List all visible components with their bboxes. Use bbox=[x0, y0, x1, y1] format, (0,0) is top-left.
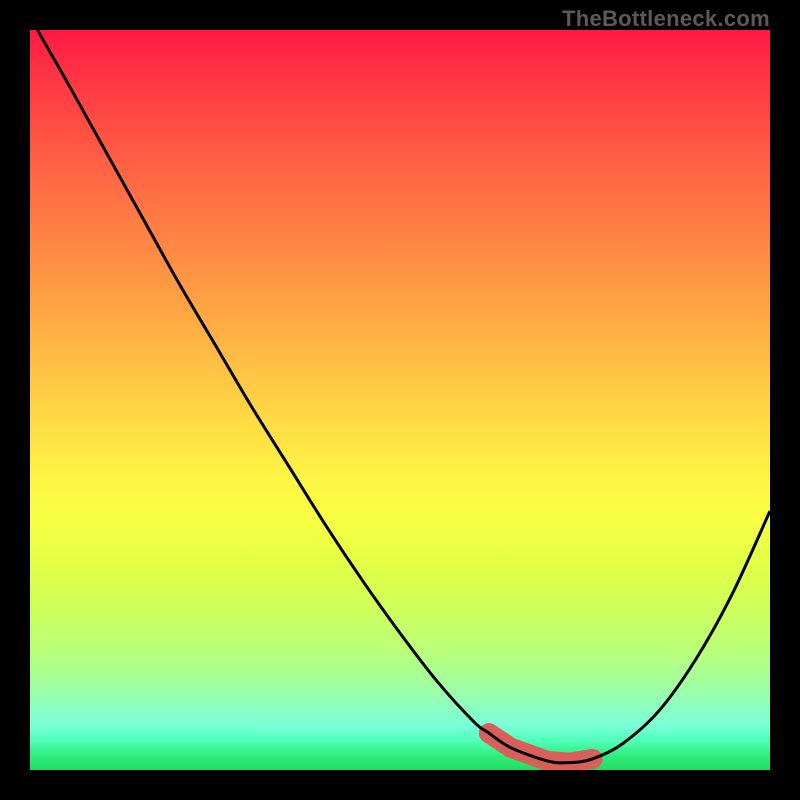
chart-container: TheBottleneck.com bbox=[0, 0, 800, 800]
bottleneck-curve-line bbox=[37, 30, 770, 763]
watermark-text: TheBottleneck.com bbox=[562, 6, 770, 32]
plot-area bbox=[30, 30, 770, 770]
chart-svg bbox=[30, 30, 770, 770]
